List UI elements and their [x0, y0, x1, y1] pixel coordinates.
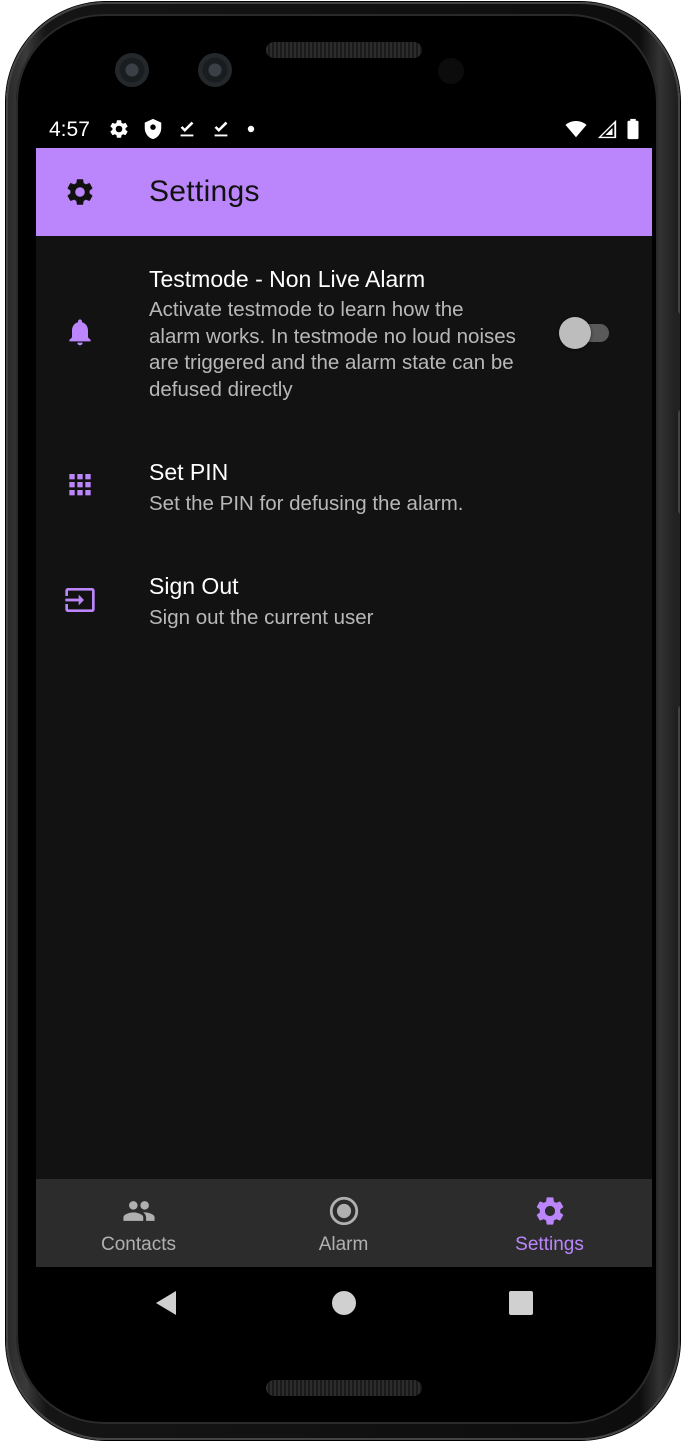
setting-testmode-title: Testmode - Non Live Alarm: [149, 266, 426, 292]
nav-item-settings[interactable]: Settings: [447, 1179, 652, 1267]
app-bar: Settings: [36, 148, 652, 236]
status-bar: 4:57: [36, 110, 652, 148]
setting-signout-description: Sign out the current user: [149, 606, 374, 629]
gear-icon: [110, 120, 128, 138]
gear-icon: [67, 179, 93, 205]
front-camera-left: [115, 53, 149, 87]
testmode-toggle[interactable]: [559, 317, 611, 349]
system-status-icons: [564, 118, 640, 140]
nav-item-alarm[interactable]: Alarm: [241, 1179, 446, 1267]
volume-button: [674, 512, 680, 708]
bottom-navigation: Contacts Alarm Settings: [36, 1179, 652, 1267]
wifi-icon: [565, 121, 587, 138]
cell-signal-icon: [597, 119, 617, 139]
proximity-sensor: [438, 58, 464, 84]
setting-testmode-description: Activate testmode to learn how the alarm…: [149, 298, 516, 401]
nav-label-alarm: Alarm: [318, 1234, 369, 1255]
nav-label-settings: Settings: [515, 1234, 584, 1255]
people-icon: [123, 1201, 155, 1221]
system-navigation-bar: [36, 1267, 652, 1342]
recents-icon[interactable]: [509, 1291, 533, 1315]
nav-item-contacts[interactable]: Contacts: [36, 1179, 241, 1267]
setting-pin-description: Set the PIN for defusing the alarm.: [149, 492, 464, 515]
app-screen: 4:57 Settings Testmode - Non Live Alarm …: [36, 110, 652, 1342]
setting-pin-title: Set PIN: [149, 459, 229, 485]
setting-signout-title: Sign Out: [149, 573, 239, 599]
download-done-icon: [180, 121, 194, 137]
page-title: Settings: [149, 175, 260, 208]
earpiece-speaker: [266, 42, 422, 58]
bottom-speaker: [266, 1380, 422, 1396]
home-icon[interactable]: [331, 1290, 357, 1316]
gear-icon: [536, 1197, 564, 1225]
nav-label-contacts: Contacts: [101, 1234, 176, 1255]
battery-icon: [627, 118, 639, 140]
login-icon: [65, 588, 95, 612]
dot-icon: [247, 125, 255, 133]
setting-sign-out[interactable]: Sign Out Sign out the current user: [36, 528, 652, 642]
dialpad-icon: [69, 474, 91, 496]
setting-set-pin[interactable]: Set PIN Set the PIN for defusing the ala…: [36, 414, 652, 528]
shield-icon: [144, 118, 162, 140]
toggle-thumb: [559, 317, 591, 349]
front-camera-right: [198, 53, 232, 87]
notification-icons: [108, 118, 258, 140]
status-time: 4:57: [49, 118, 90, 141]
power-button: [674, 312, 680, 412]
back-icon[interactable]: [152, 1288, 180, 1318]
radio-button-icon: [329, 1196, 359, 1226]
bell-icon: [69, 319, 91, 346]
download-done-icon: [214, 121, 228, 137]
